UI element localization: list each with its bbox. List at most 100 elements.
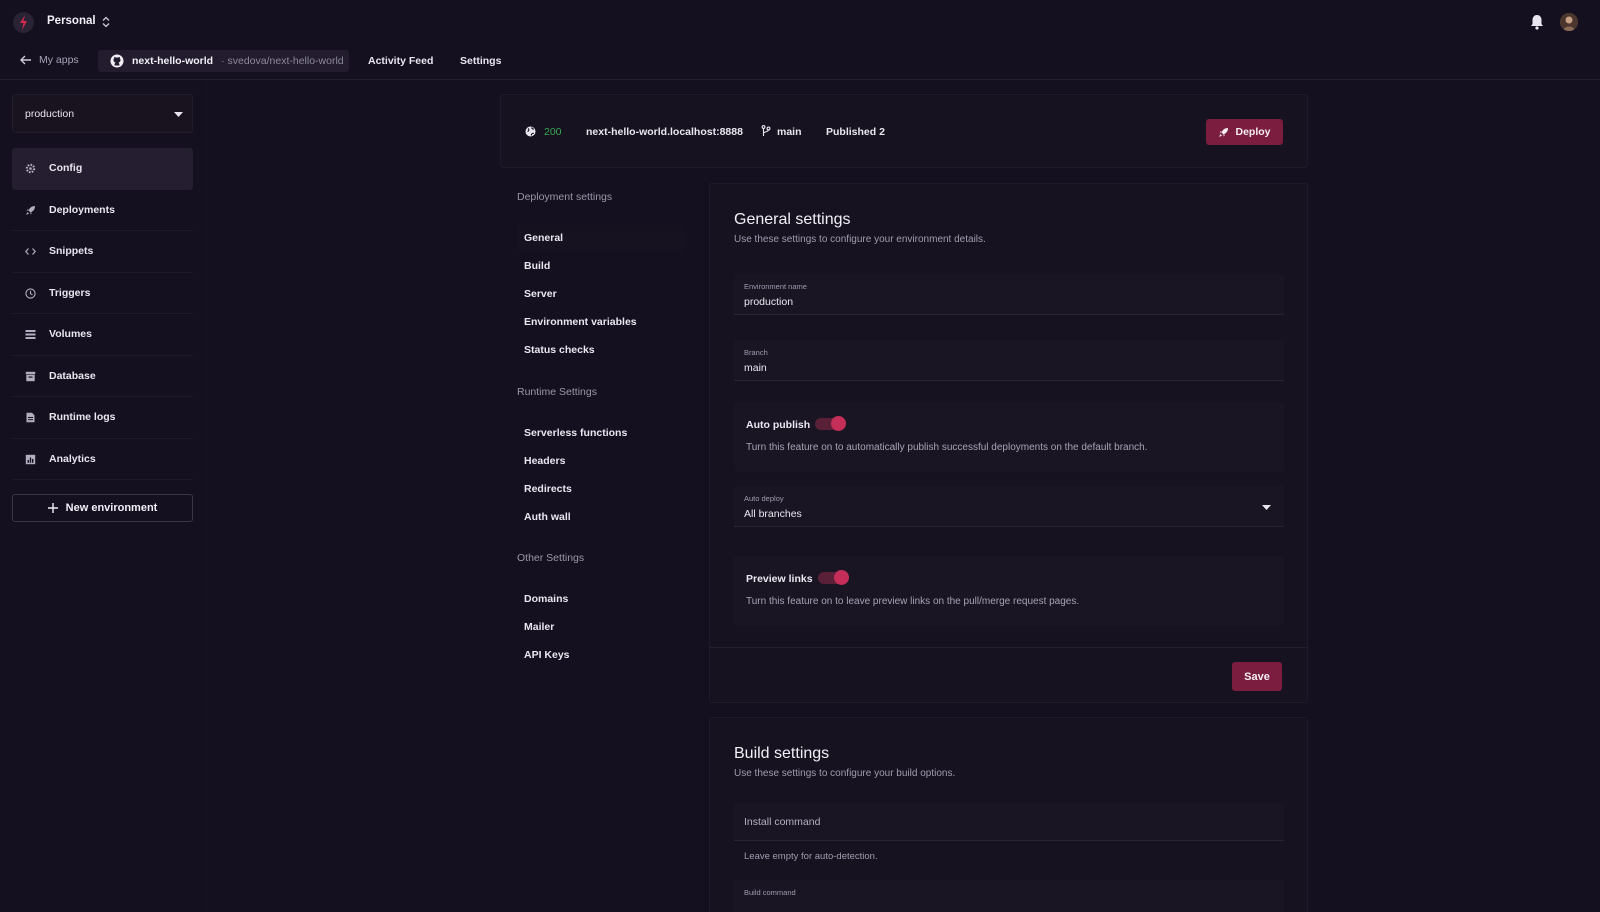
back-label: My apps [39,54,79,66]
clock-icon [25,287,36,299]
build-settings-card: Build settings Use these settings to con… [709,717,1308,912]
auto-publish-toggle[interactable] [815,416,846,431]
repo-tab[interactable]: next-hello-world · svedova/next-hello-wo… [98,50,349,72]
save-button[interactable]: Save [1232,662,1282,691]
sidebar-menu: Config Deployments Snippets Triggers Vol… [12,148,193,480]
list-icon [25,329,36,340]
general-settings-card: General settings Use these settings to c… [709,183,1308,703]
sidebar-item-deployments[interactable]: Deployments [12,190,193,231]
auto-publish-label: Auto publish [746,419,811,431]
caret-down-icon [1262,505,1271,510]
settings-nav-auth-wall[interactable]: Auth wall [518,504,684,530]
avatar[interactable] [1560,13,1578,31]
environment-name-field[interactable]: Environment name production [734,274,1284,315]
sidebar-item-runtime-logs[interactable]: Runtime logs [12,397,193,439]
preview-links-setting: Preview links Turn this feature on to le… [734,556,1284,626]
branch-field[interactable]: Branch main [734,340,1284,381]
repo-name: next-hello-world [132,55,214,67]
environment-name-label: Environment name [744,282,807,291]
caret-down-icon [174,112,183,117]
auto-deploy-value: All branches [744,508,802,520]
new-environment-button[interactable]: New environment [12,494,193,522]
top-bar: Personal [0,0,1600,44]
sidebar-item-label: Analytics [49,452,96,465]
tab-settings[interactable]: Settings [460,55,501,67]
environment-name-value: production [744,296,794,308]
bell-icon[interactable] [1530,14,1544,30]
runtime-settings-heading: Runtime Settings [517,386,597,398]
rocket-icon [1219,127,1229,137]
chevron-updown-icon[interactable] [102,16,110,28]
branch-name: main [777,126,802,138]
sidebar-item-label: Deployments [49,203,115,216]
settings-nav-environment-variables[interactable]: Environment variables [518,309,684,335]
environment-select[interactable]: production [12,94,193,133]
app-logo-icon[interactable] [13,12,34,33]
globe-icon [525,126,536,137]
plus-icon [47,503,58,513]
settings-nav-mailer[interactable]: Mailer [518,614,684,640]
settings-nav-server[interactable]: Server [518,281,684,307]
sidebar-item-volumes[interactable]: Volumes [12,314,193,356]
settings-nav-api-keys[interactable]: API Keys [518,642,684,668]
rocket-icon [25,205,36,216]
toggle-knob [831,416,846,431]
general-settings-title: General settings [734,211,851,228]
sidebar-item-label: Triggers [49,286,91,299]
sidebar-item-triggers[interactable]: Triggers [12,273,193,314]
auto-deploy-select[interactable]: Auto deploy All branches [734,486,1284,527]
gear-icon [25,163,36,174]
deploy-label: Deploy [1235,126,1271,138]
settings-nav-build[interactable]: Build [518,253,684,279]
build-settings-title: Build settings [734,745,830,762]
sidebar-item-label: Runtime logs [49,411,116,423]
settings-nav-redirects[interactable]: Redirects [518,476,684,502]
github-icon [110,54,124,68]
sidebar-item-snippets[interactable]: Snippets [12,231,193,273]
environment-status-card: 200 next-hello-world.localhost:8888 main… [500,94,1308,168]
auto-publish-description: Turn this feature on to automatically pu… [746,442,1148,453]
sidebar-item-label: Database [49,369,96,382]
settings-nav-status-checks[interactable]: Status checks [518,337,684,363]
preview-links-description: Turn this feature on to leave preview li… [746,596,1080,607]
environment-url-link[interactable]: next-hello-world.localhost:8888 [586,126,743,138]
sidebar-item-label: Snippets [49,245,94,257]
sidebar-divider [206,80,207,912]
sidebar-item-label: Volumes [49,328,92,340]
preview-links-label: Preview links [746,573,813,585]
settings-nav-serverless-functions[interactable]: Serverless functions [518,420,684,446]
chart-icon [25,454,36,465]
arrow-left-icon [20,55,31,65]
build-command-field[interactable]: Build command [734,880,1284,912]
tab-activity-feed[interactable]: Activity Feed [368,55,433,67]
build-command-label: Build command [744,888,796,897]
build-settings-subtitle: Use these settings to configure your bui… [734,768,956,779]
repo-path: · svedova/next-hello-world [221,55,344,67]
settings-nav-headers[interactable]: Headers [518,448,684,474]
settings-nav-general[interactable]: General [518,225,684,251]
other-settings-heading: Other Settings [517,552,585,564]
install-command-placeholder: Install command [744,816,821,828]
sidebar-item-config[interactable]: Config [12,148,193,190]
document-icon [25,412,36,423]
code-icon [25,246,36,257]
sidebar-item-database[interactable]: Database [12,356,193,397]
branch-label: Branch [744,348,768,357]
header-divider [0,79,1600,80]
status-code: 200 [544,126,562,138]
auto-deploy-label: Auto deploy [744,494,784,503]
deploy-button[interactable]: Deploy [1206,119,1283,145]
install-command-field[interactable]: Install command [734,803,1284,841]
workspace-name[interactable]: Personal [47,15,96,27]
branch-value: main [744,362,767,374]
branch-icon [761,125,771,137]
sidebar-item-analytics[interactable]: Analytics [12,439,193,480]
preview-links-toggle[interactable] [818,570,849,585]
settings-nav-domains[interactable]: Domains [518,586,684,612]
database-icon [25,371,36,382]
back-to-apps-link[interactable]: My apps [20,54,79,66]
toggle-knob [834,570,849,585]
new-environment-label: New environment [65,502,158,514]
environment-select-value: production [25,108,75,120]
sidebar-item-label: Config [49,162,83,174]
